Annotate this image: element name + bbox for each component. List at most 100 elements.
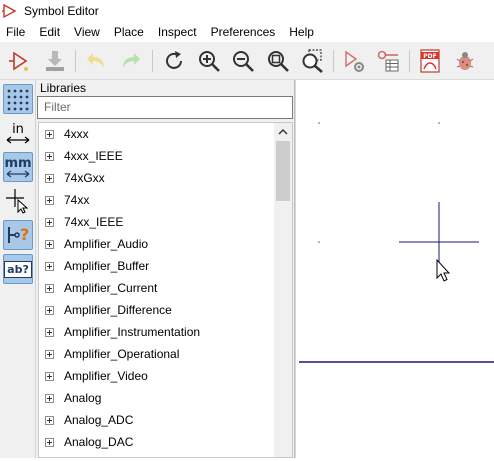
expand-icon[interactable] [45, 195, 54, 205]
expand-icon[interactable] [45, 151, 54, 161]
grid-dot [318, 122, 320, 124]
save-icon[interactable] [42, 48, 68, 74]
symbol-checker-icon[interactable] [452, 48, 478, 74]
mouse-cursor-icon [436, 258, 451, 282]
list-item[interactable]: 4xxx_IEEE [39, 145, 273, 167]
scrollbar-thumb[interactable] [276, 141, 290, 201]
redo-icon[interactable] [118, 48, 144, 74]
expand-icon[interactable] [45, 283, 54, 293]
toolbar-separator [333, 50, 334, 72]
new-symbol-icon[interactable] [7, 48, 33, 74]
library-name: Amplifier_Operational [64, 347, 180, 361]
expand-icon[interactable] [45, 217, 54, 227]
menu-file[interactable]: File [0, 22, 32, 42]
library-name: Analog_ADC [64, 413, 134, 427]
symbol-canvas[interactable] [296, 80, 494, 458]
menu-inspect[interactable]: Inspect [151, 22, 204, 42]
pin-table-icon[interactable] [375, 48, 401, 74]
menu-help[interactable]: Help [282, 22, 321, 42]
zoom-fit-icon[interactable] [265, 48, 291, 74]
list-item[interactable]: Analog [39, 387, 273, 409]
menu-place[interactable]: Place [107, 22, 151, 42]
export-pdf-icon[interactable]: PDF [417, 48, 443, 74]
expand-icon[interactable] [45, 239, 54, 249]
svg-text:PDF: PDF [423, 53, 436, 60]
scroll-up-button[interactable] [274, 123, 292, 140]
grid-dot [318, 241, 320, 243]
expand-icon[interactable] [45, 349, 54, 359]
arrow-horizontal-icon [6, 170, 30, 177]
list-item[interactable]: Amplifier_Buffer [39, 255, 273, 277]
grid-dot [438, 122, 440, 124]
zoom-in-icon[interactable] [196, 48, 222, 74]
crosshair-cursor-icon [6, 189, 29, 214]
vertical-scrollbar[interactable] [274, 123, 292, 457]
libraries-panel: Libraries Filter 4xxx 4xxx_IEEE 74xGxx 7… [36, 80, 295, 458]
grid-icon [7, 89, 29, 111]
app-icon [2, 3, 17, 19]
menu-preferences[interactable]: Preferences [204, 22, 283, 42]
list-item[interactable]: 4xxx [39, 123, 273, 145]
expand-icon[interactable] [45, 261, 54, 271]
expand-icon[interactable] [45, 415, 54, 425]
filter-input[interactable]: Filter [37, 96, 293, 119]
help-glyph: ? [20, 225, 30, 244]
library-name: Amplifier_Buffer [64, 259, 150, 273]
list-item[interactable]: Amplifier_Video [39, 365, 273, 387]
toolbar-separator [152, 50, 153, 72]
units-mm-label: mm [4, 155, 32, 171]
arrow-horizontal-icon [6, 136, 30, 143]
hidden-fields-button[interactable]: ab? [3, 254, 33, 284]
list-item[interactable]: Amplifier_Difference [39, 299, 273, 321]
library-name: Analog [64, 391, 102, 405]
chevron-up-icon [278, 128, 288, 134]
list-item[interactable]: Analog_ADC [39, 409, 273, 431]
list-item[interactable]: Amplifier_Audio [39, 233, 273, 255]
symbol-properties-icon[interactable] [341, 48, 367, 74]
toolbar-separator [75, 50, 76, 72]
expand-icon[interactable] [45, 129, 54, 139]
library-name: Amplifier_Instrumentation [64, 325, 201, 339]
list-item[interactable]: 74xx_IEEE [39, 211, 273, 233]
expand-icon[interactable] [45, 393, 54, 403]
undo-icon[interactable] [83, 48, 109, 74]
libraries-header: Libraries [40, 81, 87, 95]
units-inches-label: in [12, 121, 24, 137]
menu-edit[interactable]: Edit [32, 22, 67, 42]
library-name: 4xxx_IEEE [64, 149, 123, 163]
expand-icon[interactable] [45, 371, 54, 381]
menu-bar: File Edit View Place Inspect Preferences… [0, 22, 494, 42]
expand-icon[interactable] [45, 173, 54, 183]
library-name: Amplifier_Difference [64, 303, 172, 317]
library-name: 74xx_IEEE [64, 215, 124, 229]
list-item[interactable]: 74xGxx [39, 167, 273, 189]
library-tree: 4xxx 4xxx_IEEE 74xGxx 74xx 74xx_IEEE Amp… [38, 122, 293, 458]
list-item[interactable]: Amplifier_Instrumentation [39, 321, 273, 343]
main-toolbar: PDF [0, 42, 494, 80]
pin-electrical-type-button[interactable]: ? [3, 220, 33, 250]
library-name: 74xx [64, 193, 90, 207]
cursor-style-button[interactable] [3, 186, 33, 216]
expand-icon[interactable] [45, 305, 54, 315]
units-inches-button[interactable]: in [3, 118, 33, 148]
library-name: Amplifier_Video [64, 369, 148, 383]
library-name: Amplifier_Current [64, 281, 158, 295]
menu-view[interactable]: View [67, 22, 107, 42]
zoom-selection-icon[interactable] [299, 48, 325, 74]
list-item[interactable]: Amplifier_Operational [39, 343, 273, 365]
list-item[interactable]: Analog_DAC [39, 431, 273, 453]
list-item[interactable]: Amplifier_Current [39, 277, 273, 299]
list-item[interactable]: 74xx [39, 189, 273, 211]
title-bar: Symbol Editor [0, 0, 494, 22]
library-name: Amplifier_Audio [64, 237, 149, 251]
zoom-out-icon[interactable] [230, 48, 256, 74]
grid-toggle-button[interactable] [3, 84, 33, 114]
window-title: Symbol Editor [24, 4, 99, 18]
library-name: 4xxx [64, 127, 89, 141]
expand-icon[interactable] [45, 327, 54, 337]
text-field-label: ab? [4, 260, 32, 278]
units-mm-button[interactable]: mm [3, 152, 33, 182]
refresh-icon[interactable] [161, 48, 187, 74]
toolbar-separator [409, 50, 410, 72]
expand-icon[interactable] [45, 437, 54, 447]
